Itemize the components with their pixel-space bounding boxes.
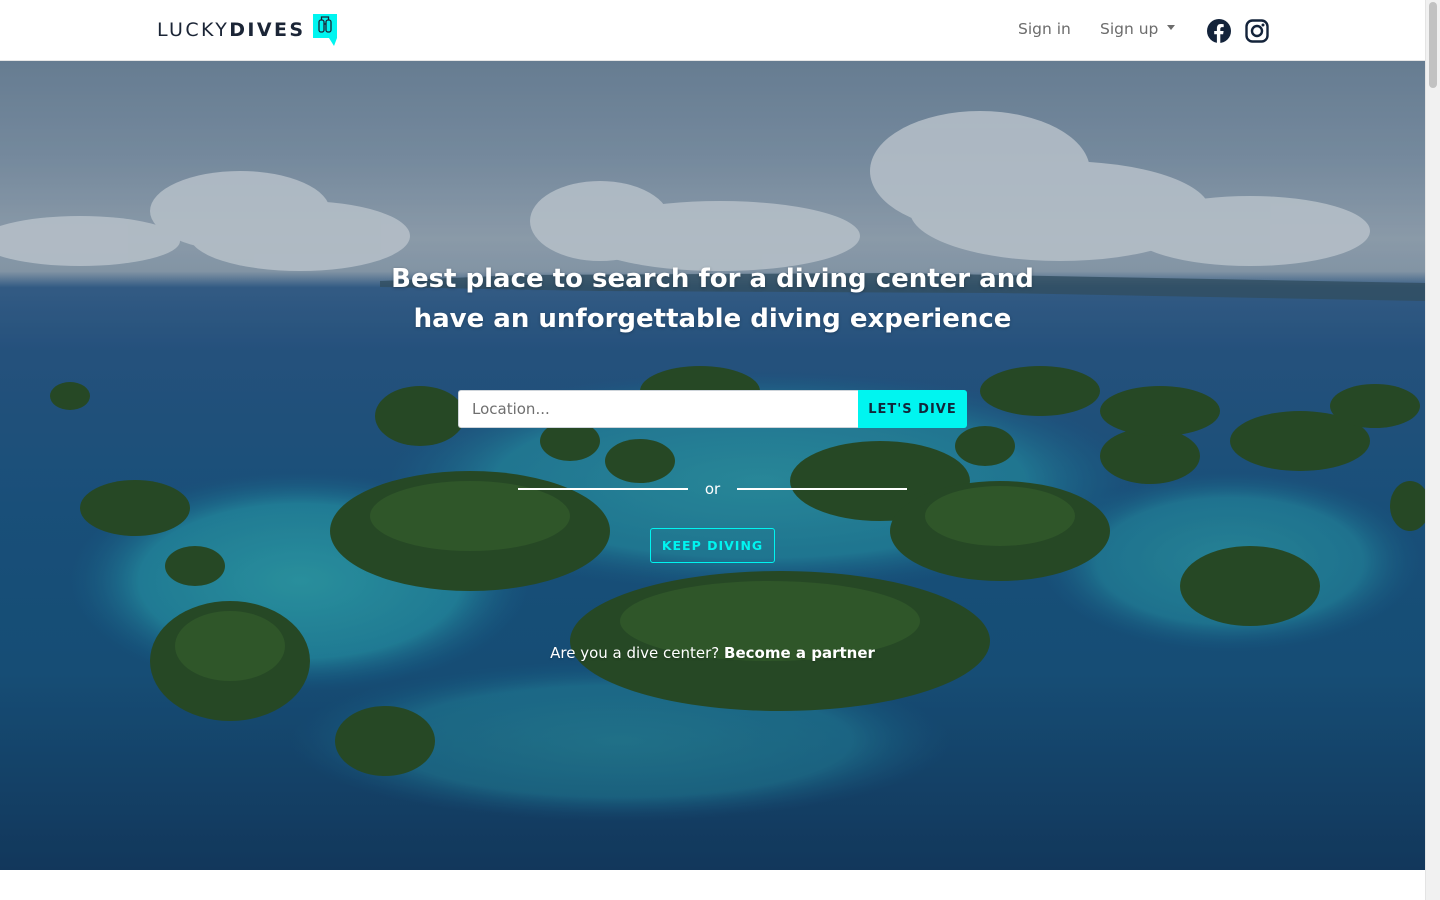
partner-prompt: Are you a dive center?	[550, 644, 720, 662]
location-search-input[interactable]	[458, 390, 858, 428]
hero-headline: Best place to search for a diving center…	[391, 264, 1034, 334]
sign-in-link[interactable]: Sign in	[1018, 20, 1071, 38]
instagram-icon[interactable]	[1245, 19, 1269, 43]
divider-line-left	[518, 488, 688, 490]
location-search-form: LET'S DIVE	[458, 390, 967, 428]
hero-overlay	[0, 61, 1425, 870]
facebook-icon[interactable]	[1207, 19, 1231, 43]
top-navbar: LUCKYDIVES Sign in Sign up	[0, 0, 1425, 61]
brand-name-bold: DIVES	[229, 19, 306, 41]
partner-callout: Are you a dive center? Become a partner	[360, 644, 1065, 662]
sign-up-label: Sign up	[1100, 20, 1159, 38]
or-divider: or	[518, 479, 907, 499]
caret-down-icon	[1167, 24, 1176, 30]
keep-diving-button[interactable]: KEEP DIVING	[650, 528, 775, 563]
brand-logo-link[interactable]: LUCKYDIVES	[157, 12, 339, 48]
divider-text: or	[704, 480, 721, 498]
page-scrollbar[interactable]	[1425, 0, 1440, 900]
lets-dive-button[interactable]: LET'S DIVE	[858, 390, 967, 428]
brand-name: LUCKYDIVES	[157, 19, 305, 41]
sign-up-dropdown[interactable]: Sign up	[1100, 20, 1176, 38]
divider-line-right	[736, 488, 907, 490]
scrollbar-thumb[interactable]	[1429, 2, 1437, 88]
brand-name-light: LUCKY	[157, 19, 230, 41]
hero-section: Best place to search for a diving center…	[0, 61, 1425, 870]
become-partner-link[interactable]: Become a partner	[724, 644, 875, 662]
dive-tank-speech-bubble-icon	[313, 14, 338, 46]
